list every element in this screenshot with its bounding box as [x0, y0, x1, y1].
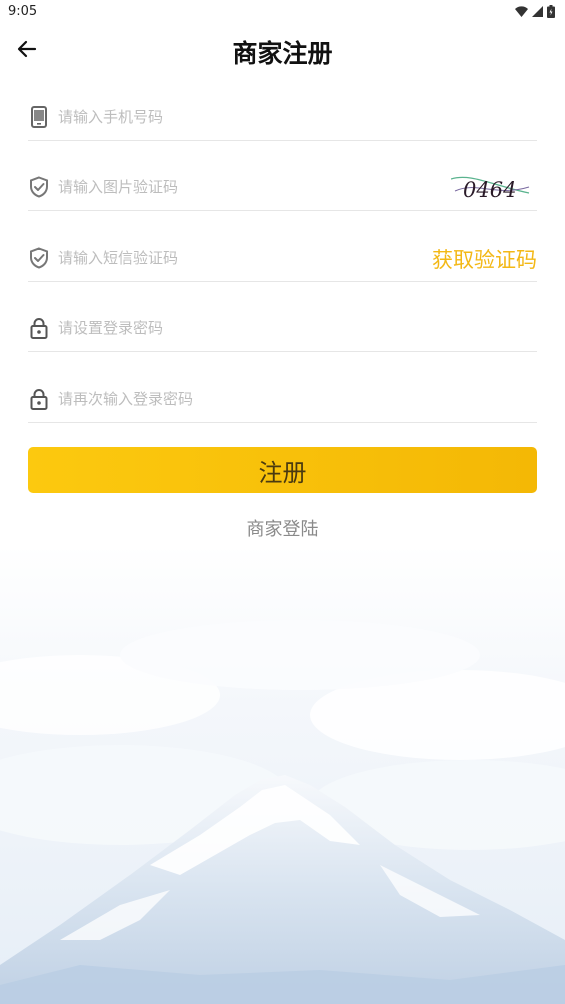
- image-captcha-input[interactable]: [58, 171, 418, 203]
- page-title: 商家注册: [232, 39, 333, 68]
- confirm-password-input[interactable]: [58, 383, 418, 415]
- merchant-login-link[interactable]: 商家登陆: [0, 515, 565, 541]
- mountain-background-image: [0, 545, 565, 1004]
- confirm-password-field: [28, 375, 537, 423]
- lock-icon: [28, 387, 50, 411]
- shield-check-icon: [28, 175, 50, 199]
- cellular-signal-icon: [532, 6, 543, 17]
- shield-check-icon: [28, 246, 50, 270]
- header: 商家注册: [0, 26, 565, 74]
- password-field: [28, 304, 537, 352]
- phone-field: [28, 93, 537, 141]
- wifi-icon: [515, 6, 528, 17]
- battery-icon: [547, 5, 555, 18]
- lock-icon: [28, 316, 50, 340]
- status-bar: 9:05: [0, 0, 565, 24]
- status-time: 9:05: [8, 4, 38, 19]
- get-sms-code-button[interactable]: 获取验证码: [432, 244, 537, 274]
- register-button[interactable]: 注册: [28, 447, 537, 493]
- phone-input[interactable]: [58, 101, 418, 133]
- sms-code-input[interactable]: [58, 242, 418, 274]
- captcha-text: 0464: [463, 178, 516, 201]
- captcha-image[interactable]: 0464: [450, 171, 531, 202]
- image-captcha-field: 0464: [28, 163, 537, 211]
- sms-code-field: 获取验证码: [28, 234, 537, 282]
- password-input[interactable]: [58, 312, 418, 344]
- status-icons: [515, 5, 555, 18]
- phone-icon: [28, 105, 50, 129]
